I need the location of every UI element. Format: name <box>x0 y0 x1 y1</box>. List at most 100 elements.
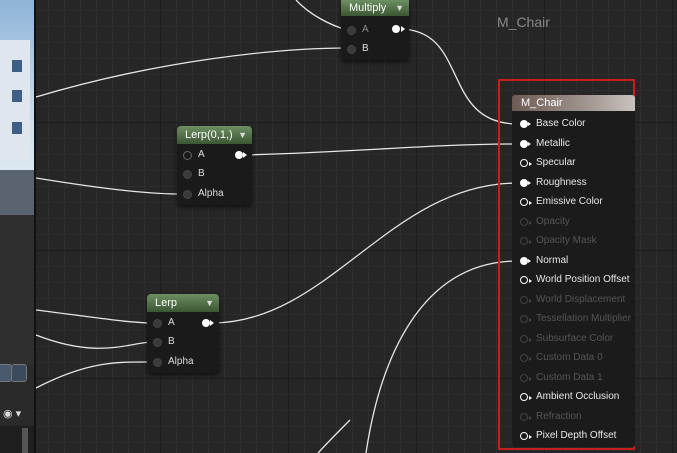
input-pin-icon[interactable] <box>520 256 531 265</box>
pin-label: Specular <box>536 157 576 168</box>
lerp-node-1-title: Lerp(0,1,) <box>185 129 233 141</box>
result-pin-ambient-occlusion[interactable]: Ambient Occlusion <box>520 388 619 406</box>
pin-label: Emissive Color <box>536 196 603 207</box>
result-pin-custom-data-0: Custom Data 0 <box>520 349 603 367</box>
pin-label: Custom Data 1 <box>536 371 603 383</box>
pin-label: Pixel Depth Offset <box>536 430 617 441</box>
multiply-node-title: Multiply <box>349 2 387 14</box>
pin-label: Base Color <box>536 118 586 129</box>
input-pin-icon[interactable] <box>520 120 531 128</box>
pin-label: B <box>198 168 205 179</box>
viewport-panel[interactable]: ◉ ▾ <box>0 0 34 453</box>
input-pin-icon <box>520 315 532 323</box>
input-pin-icon[interactable] <box>183 190 192 199</box>
lerp1-input-alpha[interactable]: Alpha <box>177 186 237 202</box>
lerp-node-2-title: Lerp <box>155 297 178 309</box>
pin-label: Custom Data 0 <box>536 352 603 363</box>
output-pin-icon[interactable] <box>202 319 210 327</box>
result-pin-world-position-offset[interactable]: World Position Offset <box>520 271 630 289</box>
viewport-shadow <box>0 215 34 365</box>
result-pin-opacity-mask: Opacity Mask <box>520 232 597 250</box>
pin-label: World Displacement <box>536 293 626 305</box>
material-result-node[interactable]: M_Chair Base Color Metallic Specular Roughn… <box>512 95 635 447</box>
result-pin-world-displacement: World Displacement <box>520 291 625 309</box>
input-pin-icon[interactable] <box>153 338 162 347</box>
graph-title: M_Chair <box>497 14 550 30</box>
multiply-input-b[interactable]: B <box>341 41 401 57</box>
input-pin-icon <box>520 237 532 245</box>
multiply-node-header[interactable]: Multiply ▼ <box>341 0 409 16</box>
result-node-header[interactable]: M_Chair <box>512 95 635 111</box>
lerp2-input-a[interactable]: A <box>147 315 207 331</box>
lerp-node-1-header[interactable]: Lerp(0,1,) ▼ <box>177 126 252 144</box>
window <box>12 90 22 102</box>
collapse-icon[interactable]: ▼ <box>238 126 247 144</box>
result-pin-base-color[interactable]: Base Color <box>520 115 585 133</box>
pin-label: B <box>168 336 175 347</box>
multiply-node[interactable]: Multiply ▼ A B <box>341 0 409 60</box>
viewport-floor <box>0 170 34 215</box>
result-pin-normal[interactable]: Normal <box>520 252 568 270</box>
result-pin-metallic[interactable]: Metallic <box>520 135 570 153</box>
output-pin-icon[interactable] <box>392 25 400 33</box>
input-pin-icon[interactable] <box>520 139 531 148</box>
lerp-node-2-header[interactable]: Lerp ▼ <box>147 294 219 312</box>
input-pin-icon[interactable] <box>153 358 162 367</box>
result-pin-emissive-color[interactable]: Emissive Color <box>520 193 603 211</box>
collapse-icon[interactable]: ▼ <box>205 294 214 312</box>
input-pin-icon[interactable] <box>520 276 532 284</box>
lerp1-input-a[interactable]: A <box>177 147 237 163</box>
input-pin-icon <box>520 373 532 382</box>
pin-label: Ambient Occlusion <box>536 391 620 402</box>
viewport-sphere-button[interactable] <box>11 364 27 382</box>
pin-label: B <box>362 43 369 54</box>
result-pin-opacity: Opacity <box>520 213 570 231</box>
lerp-node-2[interactable]: Lerp ▼ A B Alpha <box>147 294 219 373</box>
lerp2-input-alpha[interactable]: Alpha <box>147 354 207 370</box>
input-pin-icon[interactable] <box>520 198 532 206</box>
pin-label: Alpha <box>198 188 224 199</box>
input-pin-icon <box>520 354 532 362</box>
pin-label: World Position Offset <box>536 274 630 285</box>
result-pin-tessellation-multiplier: Tessellation Multiplier <box>520 310 631 328</box>
output-arrow-icon <box>401 26 405 32</box>
window <box>12 60 22 72</box>
result-pin-roughness[interactable]: Roughness <box>520 174 587 192</box>
pin-label: Opacity Mask <box>536 235 597 246</box>
result-pin-pixel-depth-offset[interactable]: Pixel Depth Offset <box>520 427 616 445</box>
details-panel <box>0 426 34 453</box>
result-pin-refraction: Refraction <box>520 408 582 426</box>
pin-label: Tessellation Multiplier <box>536 313 632 324</box>
input-pin-icon[interactable] <box>153 319 162 328</box>
pin-label: A <box>168 317 175 328</box>
input-pin-icon[interactable] <box>520 393 532 401</box>
input-pin-icon[interactable] <box>347 26 356 35</box>
input-pin-icon <box>520 217 532 226</box>
input-pin-icon[interactable] <box>183 151 192 160</box>
input-pin-icon[interactable] <box>347 45 356 54</box>
input-pin-icon[interactable] <box>520 178 531 187</box>
lerp-node-1[interactable]: Lerp(0,1,) ▼ A B Alpha <box>177 126 252 205</box>
collapse-icon[interactable]: ▼ <box>395 0 404 16</box>
pin-label: Refraction <box>536 410 582 422</box>
input-pin-icon[interactable] <box>520 159 532 167</box>
output-pin-icon[interactable] <box>235 151 243 159</box>
pin-label: A <box>198 149 205 160</box>
pin-label: Roughness <box>536 176 587 188</box>
eye-icon[interactable]: ◉ ▾ <box>3 407 29 421</box>
pin-label: Metallic <box>536 137 570 149</box>
lerp2-input-b[interactable]: B <box>147 334 207 350</box>
output-arrow-icon <box>243 152 247 158</box>
input-pin-icon[interactable] <box>183 170 192 179</box>
pin-label: Opacity <box>536 215 570 227</box>
result-pin-subsurface-color: Subsurface Color <box>520 330 613 348</box>
window <box>12 122 22 134</box>
input-pin-icon <box>520 412 532 421</box>
pin-label: A <box>362 24 369 35</box>
output-arrow-icon <box>210 320 214 326</box>
lerp1-input-b[interactable]: B <box>177 166 237 182</box>
input-pin-icon[interactable] <box>520 432 532 440</box>
result-pin-custom-data-1: Custom Data 1 <box>520 369 603 387</box>
scrollbar[interactable] <box>22 428 28 453</box>
result-pin-specular[interactable]: Specular <box>520 154 575 172</box>
